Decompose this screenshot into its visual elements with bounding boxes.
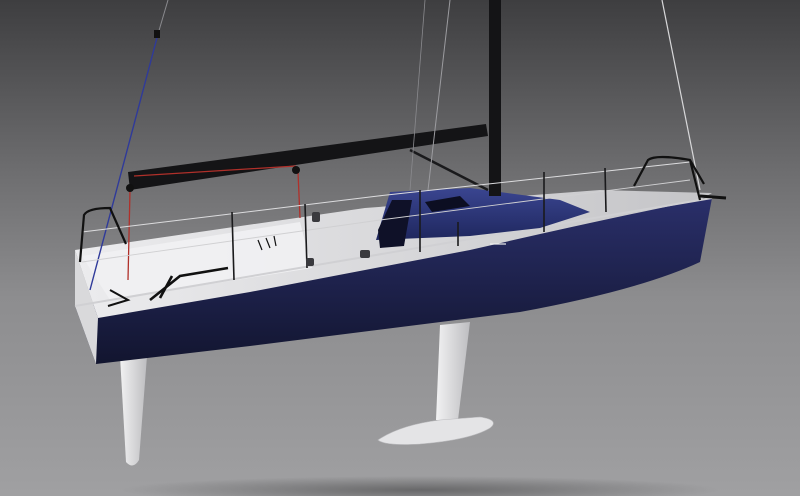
shroud-2: [409, 0, 426, 191]
render-scene: [0, 0, 800, 496]
keel-bulb: [377, 416, 494, 445]
ground-shadow: [120, 476, 720, 496]
sailboat-illustration: [74, 0, 727, 496]
bowsprit: [699, 194, 727, 200]
boom-block: [292, 166, 300, 174]
rudder: [120, 356, 147, 466]
keel-fin: [436, 322, 470, 420]
backstay-upper: [157, 0, 169, 35]
mast: [489, 0, 501, 196]
mainsheet-block: [126, 184, 134, 192]
boom-vang: [409, 148, 489, 192]
backstay-block: [154, 30, 160, 38]
forestay: [661, 0, 701, 191]
shroud-1: [427, 0, 451, 191]
